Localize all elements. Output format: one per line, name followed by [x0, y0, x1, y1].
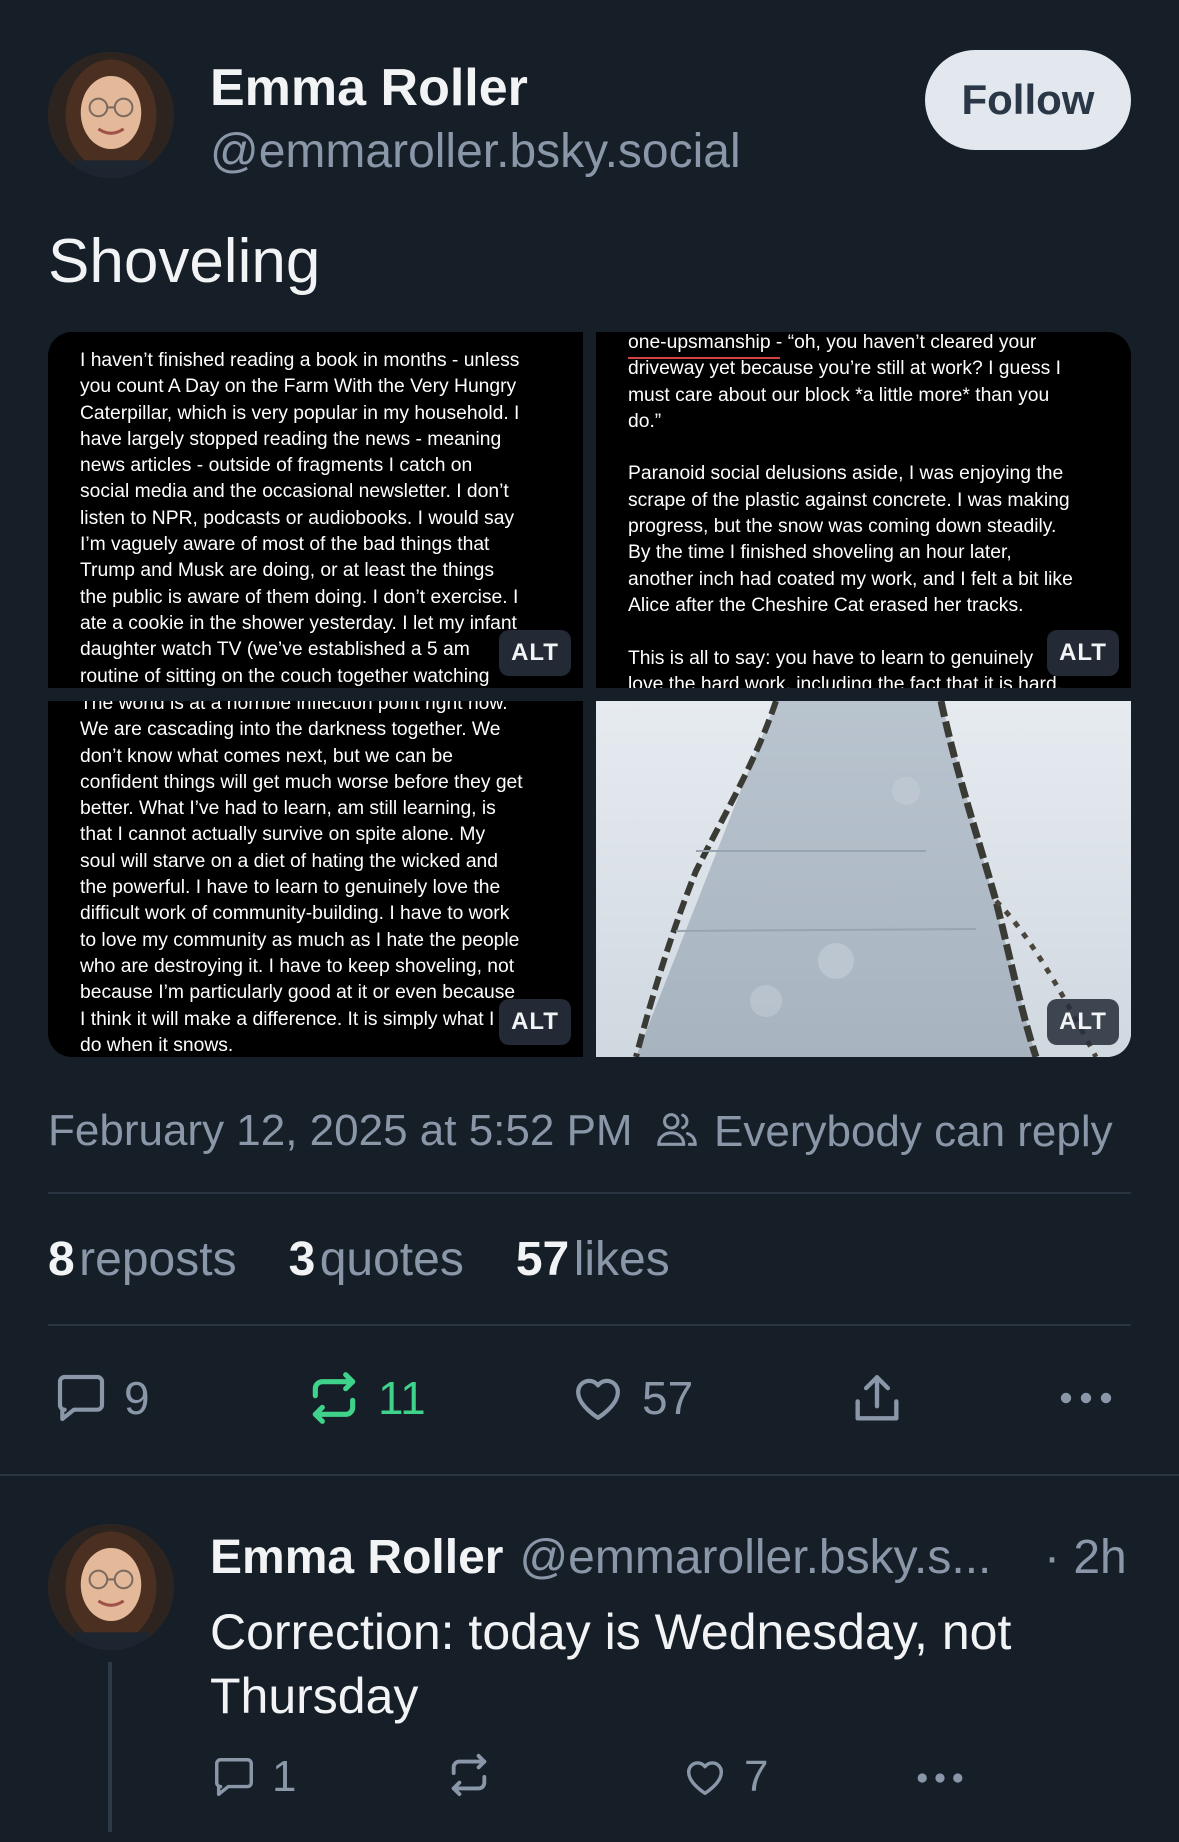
- author-name[interactable]: Emma Roller: [210, 58, 528, 118]
- reply-more-options-button[interactable]: [914, 1762, 966, 1794]
- reply-repost-button[interactable]: [444, 1752, 508, 1798]
- image-tile-1[interactable]: I haven’t finished reading a book in mon…: [48, 332, 583, 688]
- image-3-text: The world is at a horrible inflection po…: [80, 701, 523, 1056]
- image-2-text: one-upsmanship - “oh, you haven’t cleare…: [628, 332, 1073, 688]
- heart-icon: [568, 1370, 628, 1426]
- reply-time[interactable]: · 2h: [1044, 1530, 1127, 1585]
- author-avatar[interactable]: [48, 52, 174, 178]
- reply-like-button[interactable]: 7: [680, 1752, 768, 1802]
- reposts-count: 8: [48, 1233, 75, 1286]
- reply-reply-button[interactable]: 1: [210, 1752, 296, 1802]
- reply-header: Emma Roller @emmaroller.bsky.s...: [210, 1530, 991, 1585]
- reply-author-handle[interactable]: @emmaroller.bsky.s...: [519, 1530, 991, 1585]
- alt-badge[interactable]: ALT: [1047, 630, 1119, 676]
- divider: [48, 1324, 1131, 1326]
- image-tile-2[interactable]: one-upsmanship - “oh, you haven’t cleare…: [596, 332, 1131, 688]
- thread-line: [108, 1662, 112, 1832]
- reposts-label: reposts: [79, 1233, 237, 1286]
- reply-button[interactable]: 9: [52, 1370, 150, 1426]
- reply-count: 9: [124, 1372, 150, 1424]
- reply-icon: [210, 1754, 258, 1800]
- avatar-image: [48, 52, 174, 178]
- people-icon: [654, 1106, 700, 1157]
- reply-like-count: 7: [744, 1752, 769, 1801]
- avatar-image: [48, 1524, 174, 1650]
- repost-count: 11: [378, 1372, 426, 1424]
- like-count: 57: [642, 1372, 694, 1424]
- reply-author-avatar[interactable]: [48, 1524, 174, 1650]
- section-divider: [0, 1474, 1179, 1476]
- heart-icon: [680, 1754, 730, 1800]
- spellcheck-underline: [628, 357, 780, 359]
- reply-text: Correction: today is Wednesday, not Thur…: [210, 1604, 1012, 1724]
- quotes-count: 3: [288, 1233, 316, 1286]
- alt-badge[interactable]: ALT: [1047, 999, 1119, 1045]
- more-options-button[interactable]: [1058, 1380, 1114, 1416]
- author-handle[interactable]: @emmaroller.bsky.social: [210, 124, 741, 179]
- follow-button[interactable]: Follow: [925, 50, 1131, 150]
- image-1-text: I haven’t finished reading a book in mon…: [80, 350, 520, 687]
- ellipsis-icon: [1058, 1380, 1114, 1416]
- repost-icon: [444, 1752, 494, 1798]
- divider: [48, 1192, 1131, 1194]
- likes-stat[interactable]: 57 likes: [516, 1232, 670, 1287]
- likes-count: 57: [515, 1233, 570, 1286]
- ellipsis-icon: [914, 1762, 966, 1794]
- reply-setting-label: Everybody can reply: [714, 1106, 1113, 1156]
- reply-icon: [52, 1370, 110, 1426]
- reply-reply-count: 1: [272, 1752, 297, 1801]
- stats-row: 8 reposts 3 quotes 57 likes: [48, 1232, 670, 1287]
- quotes-stat[interactable]: 3 quotes: [289, 1232, 464, 1287]
- share-icon: [848, 1370, 906, 1428]
- repost-icon: [304, 1370, 364, 1426]
- reposts-stat[interactable]: 8 reposts: [48, 1232, 237, 1287]
- image-tile-3[interactable]: The world is at a horrible inflection po…: [48, 701, 583, 1057]
- alt-badge[interactable]: ALT: [499, 630, 571, 676]
- quotes-label: quotes: [319, 1233, 464, 1286]
- reply-setting[interactable]: Everybody can reply: [654, 1106, 1113, 1157]
- post-timestamp: February 12, 2025 at 5:52 PM: [48, 1106, 633, 1155]
- reply-author-name[interactable]: Emma Roller: [210, 1530, 503, 1585]
- post-text: Shoveling: [48, 227, 321, 296]
- share-button[interactable]: [848, 1370, 906, 1428]
- likes-label: likes: [573, 1233, 670, 1286]
- repost-button[interactable]: 11: [304, 1370, 426, 1426]
- alt-badge[interactable]: ALT: [499, 999, 571, 1045]
- like-button[interactable]: 57: [568, 1370, 693, 1426]
- image-tile-4[interactable]: ALT: [596, 701, 1131, 1057]
